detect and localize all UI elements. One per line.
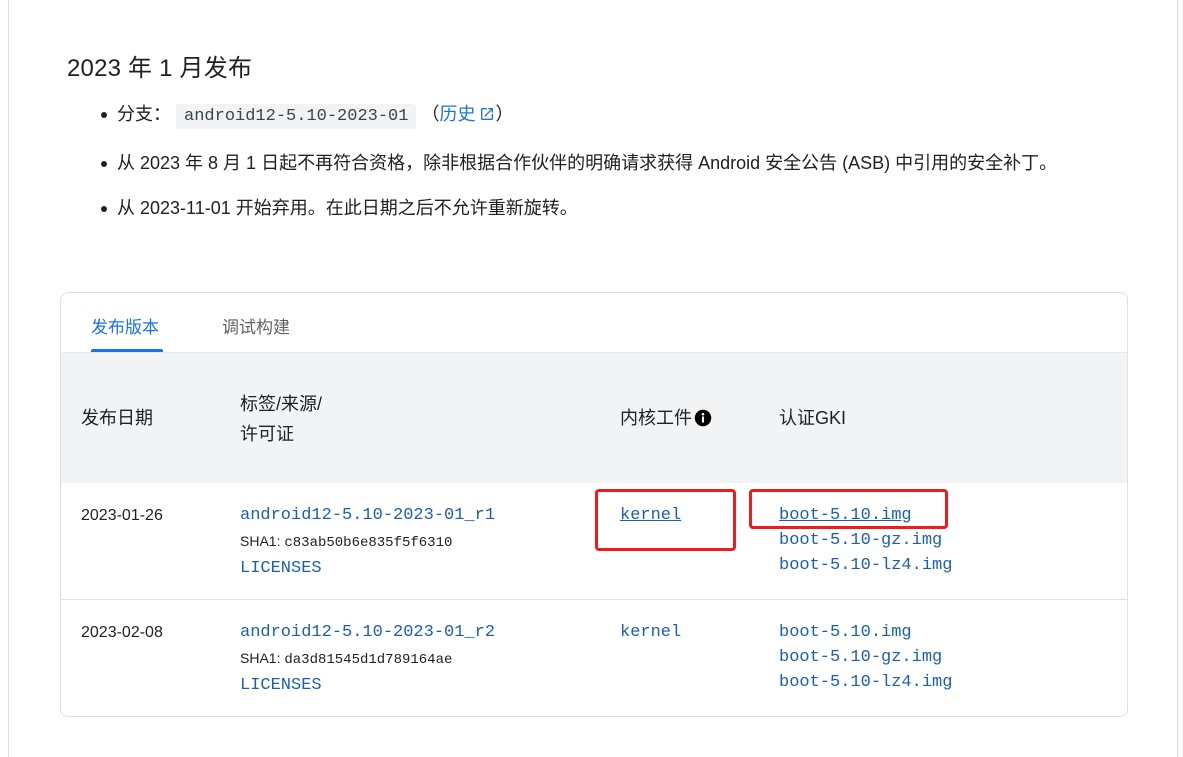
header-tag-line2: 许可证: [240, 424, 294, 444]
tag-link[interactable]: android12-5.10-2023-01_r1: [240, 503, 495, 528]
tab-release-builds[interactable]: 发布版本: [91, 313, 159, 338]
sha-label: SHA1:: [240, 650, 285, 666]
history-open-paren: （: [421, 104, 440, 124]
page-frame: 2023 年 1 月发布 分支： android12-5.10-2023-01 …: [8, 0, 1178, 757]
branch-item: 分支： android12-5.10-2023-01 （历史 ）: [97, 100, 1127, 131]
release-table-card: 发布版本 调试构建 发布日期 标签/来源/ 许可证 内核工件 认证GKI 202…: [60, 292, 1128, 717]
boot-lz4-img-link[interactable]: boot-5.10-lz4.img: [779, 670, 952, 695]
section-title: 2023 年 1 月发布: [67, 55, 253, 82]
header-release-date: 发布日期: [81, 408, 153, 428]
boot-gz-img-link[interactable]: boot-5.10-gz.img: [779, 528, 952, 553]
header-tag-line1: 标签/来源/: [240, 394, 323, 414]
tab-debug-builds[interactable]: 调试构建: [222, 313, 290, 338]
kernel-link[interactable]: kernel: [620, 503, 681, 528]
licenses-link[interactable]: LICENSES: [240, 673, 495, 698]
active-tab-indicator: [91, 349, 163, 352]
header-tag-source-license: 标签/来源/ 许可证: [240, 389, 322, 449]
table-row: 2023-01-26 android12-5.10-2023-01_r1 SHA…: [61, 483, 1127, 600]
boot-img-link[interactable]: boot-5.10.img: [779, 620, 952, 645]
sha-value: da3d81545d1d789164ae: [284, 652, 453, 668]
history-close-paren: ）: [495, 104, 514, 124]
history-link-label: 历史: [439, 104, 476, 124]
sha-line: SHA1: c83ab50b6e835f5f6310: [240, 528, 495, 556]
history-link[interactable]: 历史: [439, 104, 495, 124]
external-link-icon: [481, 108, 494, 120]
release-date: 2023-02-08: [81, 624, 163, 641]
release-date: 2023-01-26: [81, 507, 163, 524]
gki-images: boot-5.10.img boot-5.10-gz.img boot-5.10…: [779, 620, 952, 695]
header-kernel-artifacts: 内核工件: [620, 403, 712, 433]
sha-label: SHA1:: [240, 533, 285, 549]
kernel-link[interactable]: kernel: [620, 620, 681, 645]
gki-images: boot-5.10.img boot-5.10-gz.img boot-5.10…: [779, 503, 952, 578]
boot-img-link[interactable]: boot-5.10.img: [779, 503, 952, 528]
tag-link[interactable]: android12-5.10-2023-01_r2: [240, 620, 495, 645]
sha-value: c83ab50b6e835f5f6310: [284, 535, 453, 551]
boot-gz-img-link[interactable]: boot-5.10-gz.img: [779, 645, 952, 670]
tag-cell: android12-5.10-2023-01_r2 SHA1: da3d8154…: [240, 620, 495, 698]
table-row: 2023-02-08 android12-5.10-2023-01_r2 SHA…: [61, 600, 1127, 716]
header-certified-gki: 认证GKI: [779, 408, 847, 428]
deprecation-item: 从 2023-11-01 开始弃用。在此日期之后不允许重新旋转。: [97, 194, 1127, 222]
branch-code: android12-5.10-2023-01: [176, 104, 417, 129]
header-kernel-label: 内核工件: [620, 408, 692, 428]
release-notes-list: 分支： android12-5.10-2023-01 （历史 ） 从 2023 年…: [97, 100, 1127, 240]
info-icon[interactable]: [694, 409, 712, 427]
boot-lz4-img-link[interactable]: boot-5.10-lz4.img: [779, 553, 952, 578]
table-header: 发布日期 标签/来源/ 许可证 内核工件 认证GKI: [61, 353, 1127, 483]
tag-cell: android12-5.10-2023-01_r1 SHA1: c83ab50b…: [240, 503, 495, 581]
tab-bar: 发布版本 调试构建: [61, 293, 1127, 353]
sha-line: SHA1: da3d81545d1d789164ae: [240, 645, 495, 673]
licenses-link[interactable]: LICENSES: [240, 556, 495, 581]
branch-label: 分支：: [117, 104, 171, 124]
eligibility-item: 从 2023 年 8 月 1 日起不再符合资格，除非根据合作伙伴的明确请求获得 …: [97, 149, 1117, 177]
